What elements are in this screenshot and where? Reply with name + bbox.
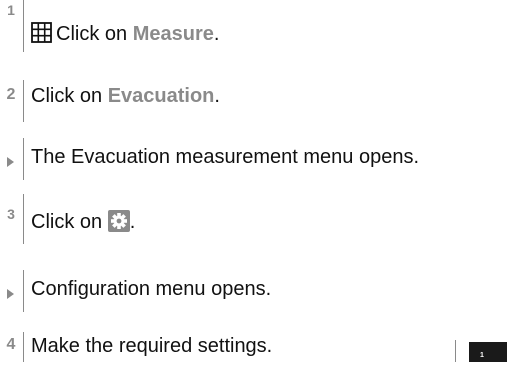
gear-icon (107, 210, 130, 238)
step-divider (23, 270, 24, 312)
step-number: 3 (7, 206, 15, 222)
step-text: Click on Measure. (31, 22, 219, 49)
step-divider (23, 138, 24, 180)
evacuation-label: Evacuation (107, 85, 215, 107)
step-3: 3 Click on . (0, 194, 507, 244)
step-number: 1 (7, 2, 15, 18)
step-4: 4 Make the required settings. (0, 332, 507, 362)
step-2: 2 Click on Evacuation. (0, 80, 507, 122)
step-text: Click on . (31, 210, 135, 238)
measure-label: Measure (132, 23, 214, 45)
step-suffix: . (214, 85, 220, 107)
step-number: 4 (6, 336, 16, 353)
step-divider (23, 332, 24, 362)
result-arrow-icon (7, 289, 14, 299)
step-prefix: Click on (31, 211, 108, 233)
page-number-badge: 1 (469, 342, 507, 362)
page-divider (455, 340, 456, 362)
result-2: Configuration menu opens. (0, 270, 507, 312)
step-prefix: Click on (56, 23, 133, 45)
step-suffix: . (213, 23, 220, 45)
step-suffix: . (129, 211, 136, 233)
step-1: 1 Click on Measure. (0, 0, 507, 52)
grid-icon (31, 22, 52, 49)
step-number: 2 (6, 86, 16, 103)
result-arrow-icon (7, 157, 14, 167)
step-divider (23, 194, 24, 244)
step-divider (23, 0, 24, 52)
step-prefix: Click on (31, 85, 108, 107)
result-text: Configuration menu opens. (31, 278, 272, 300)
step-text: Click on Evacuation. (31, 85, 220, 108)
step-divider (23, 80, 24, 122)
result-1: The Evacuation measurement menu opens. (0, 138, 507, 180)
step-text: Make the required settings. (31, 335, 273, 357)
result-text: The Evacuation measurement menu opens. (31, 146, 419, 168)
